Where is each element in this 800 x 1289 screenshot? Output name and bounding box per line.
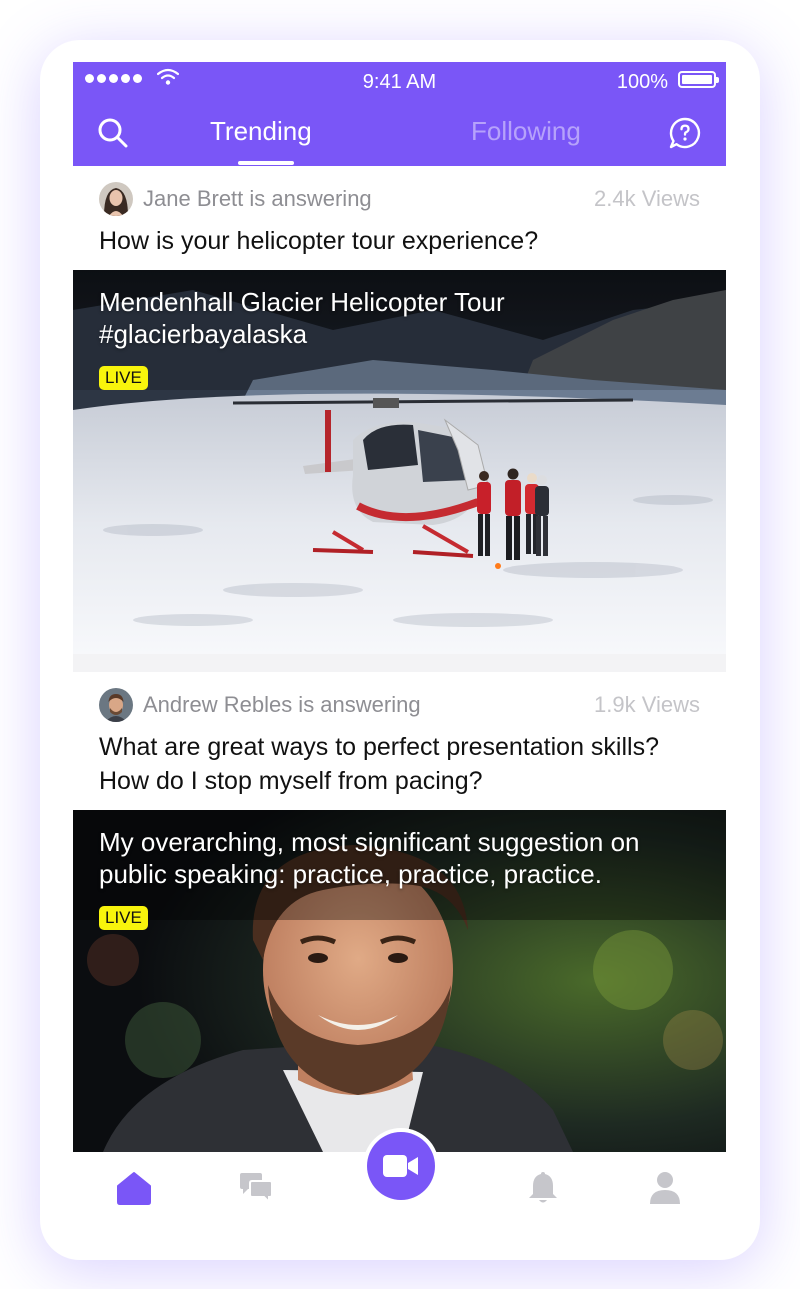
avatar[interactable] — [99, 182, 133, 216]
video-title: My overarching, most significant suggest… — [99, 827, 640, 889]
video-title: Mendenhall Glacier Helicopter Tour #glac… — [99, 287, 505, 349]
avatar[interactable] — [99, 688, 133, 722]
question-text[interactable]: How is your helicopter tour experience? — [99, 224, 700, 258]
status-bar: 9:41 AM 100% — [73, 62, 726, 100]
profile-icon — [650, 1171, 680, 1204]
bell-icon — [529, 1171, 557, 1202]
view-count: 1.9k Views — [594, 692, 700, 717]
record-button-inner — [367, 1132, 435, 1200]
feed-card[interactable]: Andrew Rebles is answering 1.9k Views Wh… — [73, 672, 726, 1152]
video-thumbnail[interactable]: Mendenhall Glacier Helicopter Tour #glac… — [73, 270, 726, 654]
search-icon[interactable] — [95, 115, 131, 151]
video-thumbnail[interactable]: My overarching, most significant suggest… — [73, 810, 726, 1152]
video-camera-icon — [383, 1155, 418, 1177]
tab-notifications[interactable] — [503, 1152, 583, 1223]
live-badge: LIVE — [99, 366, 148, 390]
card-header: Andrew Rebles is answering 1.9k Views Wh… — [73, 672, 726, 810]
tab-profile[interactable] — [625, 1152, 705, 1223]
question-text[interactable]: What are great ways to perfect presentat… — [99, 730, 700, 798]
battery-percent: 100% — [616, 71, 668, 93]
view-count: 2.4k Views — [594, 186, 700, 211]
live-badge: LIVE — [99, 906, 148, 930]
app-header: 9:41 AM 100% Trending Following — [73, 62, 726, 166]
question-bubble-icon[interactable] — [668, 116, 702, 150]
tab-chat[interactable] — [216, 1152, 296, 1223]
answerer-name[interactable]: Andrew Rebles is answering — [143, 692, 421, 718]
top-nav: Trending Following — [73, 100, 726, 166]
feed-card[interactable]: Jane Brett is answering 2.4k Views How i… — [73, 166, 726, 654]
battery-icon — [678, 71, 719, 88]
card-header: Jane Brett is answering 2.4k Views How i… — [73, 166, 726, 270]
phone-screen: 9:41 AM 100% Trending Following Jane Bre… — [73, 62, 726, 1223]
go-live-button[interactable] — [363, 1128, 439, 1204]
home-icon — [117, 1171, 151, 1205]
answerer-name[interactable]: Jane Brett is answering — [143, 186, 372, 212]
tab-trending[interactable]: Trending — [210, 116, 312, 147]
active-tab-indicator — [238, 161, 294, 165]
chat-icon — [240, 1172, 273, 1204]
tab-home[interactable] — [94, 1152, 174, 1223]
tab-following[interactable]: Following — [471, 116, 581, 147]
